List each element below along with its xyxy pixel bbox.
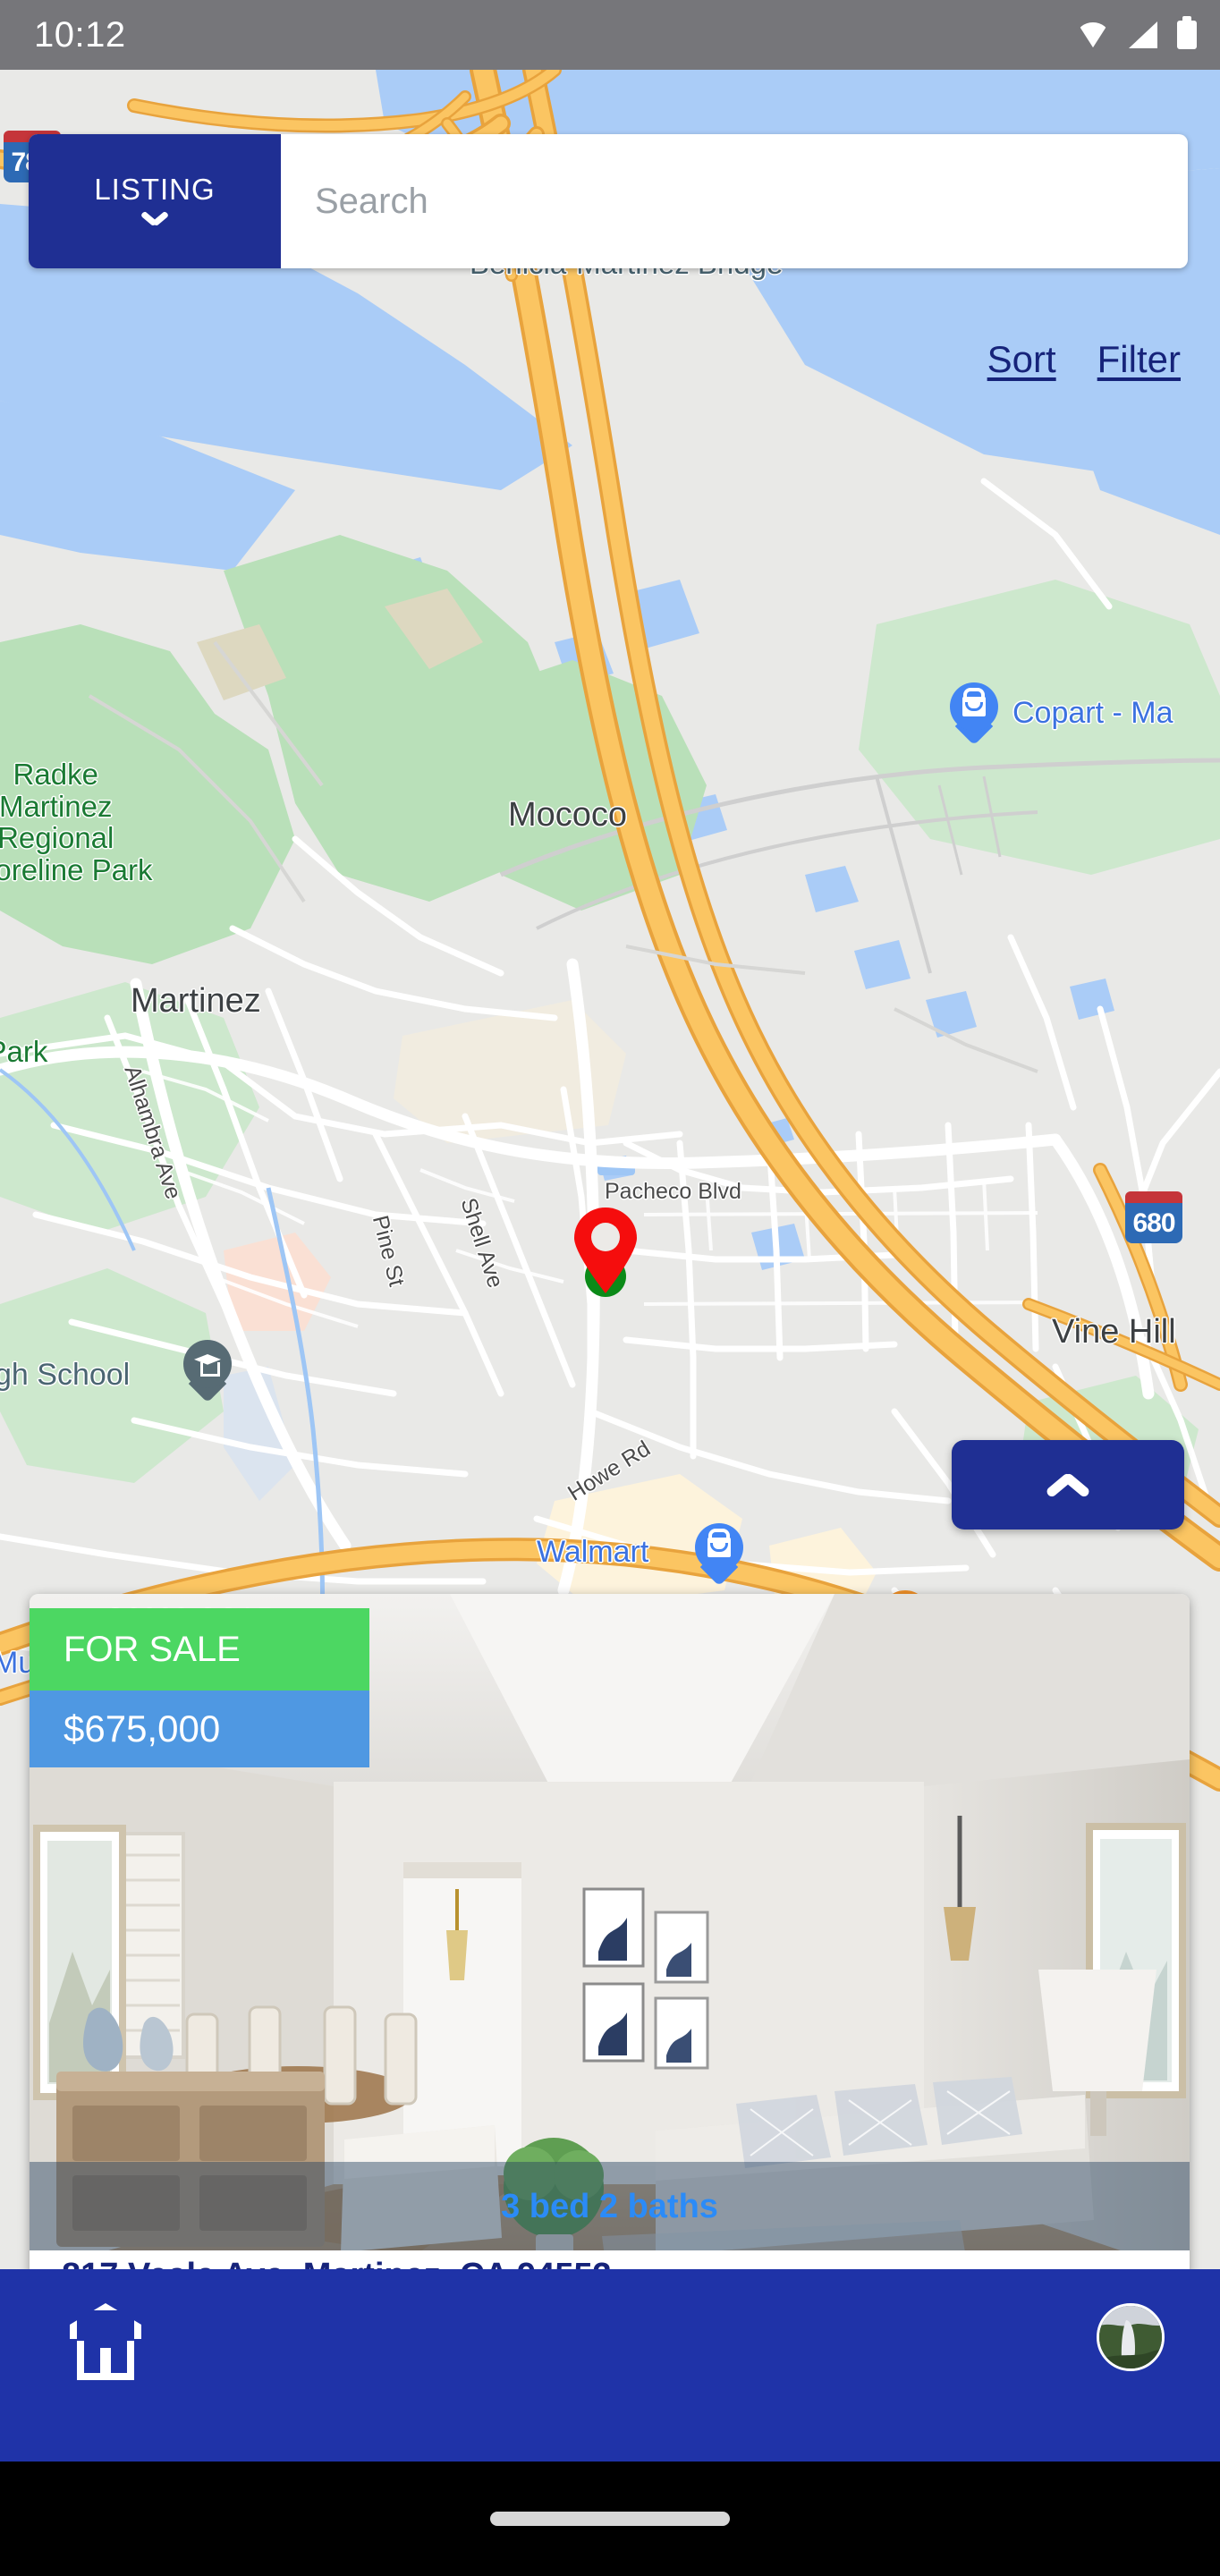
price-badge: $675,000 xyxy=(30,1690,369,1767)
graduation-cap-icon xyxy=(183,1340,232,1388)
home-door xyxy=(100,2348,111,2380)
status-time: 10:12 xyxy=(34,14,126,55)
chevron-up-icon xyxy=(1046,1473,1090,1496)
status-icons xyxy=(1077,21,1197,49)
user-avatar[interactable] xyxy=(1097,2303,1165,2371)
search-input[interactable] xyxy=(281,134,1188,268)
highway-shield-680: 680 xyxy=(1125,1191,1182,1243)
map-controls: Sort Filter xyxy=(987,338,1181,381)
expand-list-button[interactable] xyxy=(952,1440,1184,1530)
sort-button[interactable]: Sort xyxy=(987,338,1056,381)
map-pin-copart[interactable] xyxy=(950,682,998,747)
shopping-bag-icon xyxy=(950,682,998,731)
chevron-down-icon xyxy=(141,216,168,231)
map-pin-walmart[interactable] xyxy=(695,1523,743,1588)
wifi-icon xyxy=(1077,22,1109,47)
map-pin-school[interactable] xyxy=(183,1340,232,1404)
red-pin-icon xyxy=(574,1208,637,1293)
search-bar: LISTING xyxy=(29,134,1188,268)
listing-dropdown-button[interactable]: LISTING xyxy=(29,134,281,268)
app-screen: Benicia-Martinez Bridge 780 680 Copart -… xyxy=(0,0,1220,2576)
status-badge: FOR SALE xyxy=(30,1608,369,1690)
home-roof xyxy=(70,2303,141,2339)
gesture-navigation-bar xyxy=(0,2462,1220,2576)
bottom-navigation-bar xyxy=(0,2269,1220,2462)
property-location-pin[interactable] xyxy=(572,1208,639,1301)
listing-card[interactable]: ©2022 CCAR FOR SALE $675,000 3 bed 2 bat… xyxy=(30,1594,1190,2301)
gesture-pill[interactable] xyxy=(490,2512,730,2526)
filter-button[interactable]: Filter xyxy=(1097,338,1181,381)
highway-shield-680-number: 680 xyxy=(1125,1203,1182,1243)
cellular-signal-icon xyxy=(1129,21,1157,48)
home-icon[interactable] xyxy=(70,2303,141,2380)
battery-icon xyxy=(1177,21,1197,49)
status-bar: 10:12 xyxy=(0,0,1220,70)
listing-dropdown-label: LISTING xyxy=(94,172,216,206)
beds-baths-text: 3 bed 2 baths xyxy=(30,2162,1190,2251)
shopping-bag-icon xyxy=(695,1523,743,1572)
